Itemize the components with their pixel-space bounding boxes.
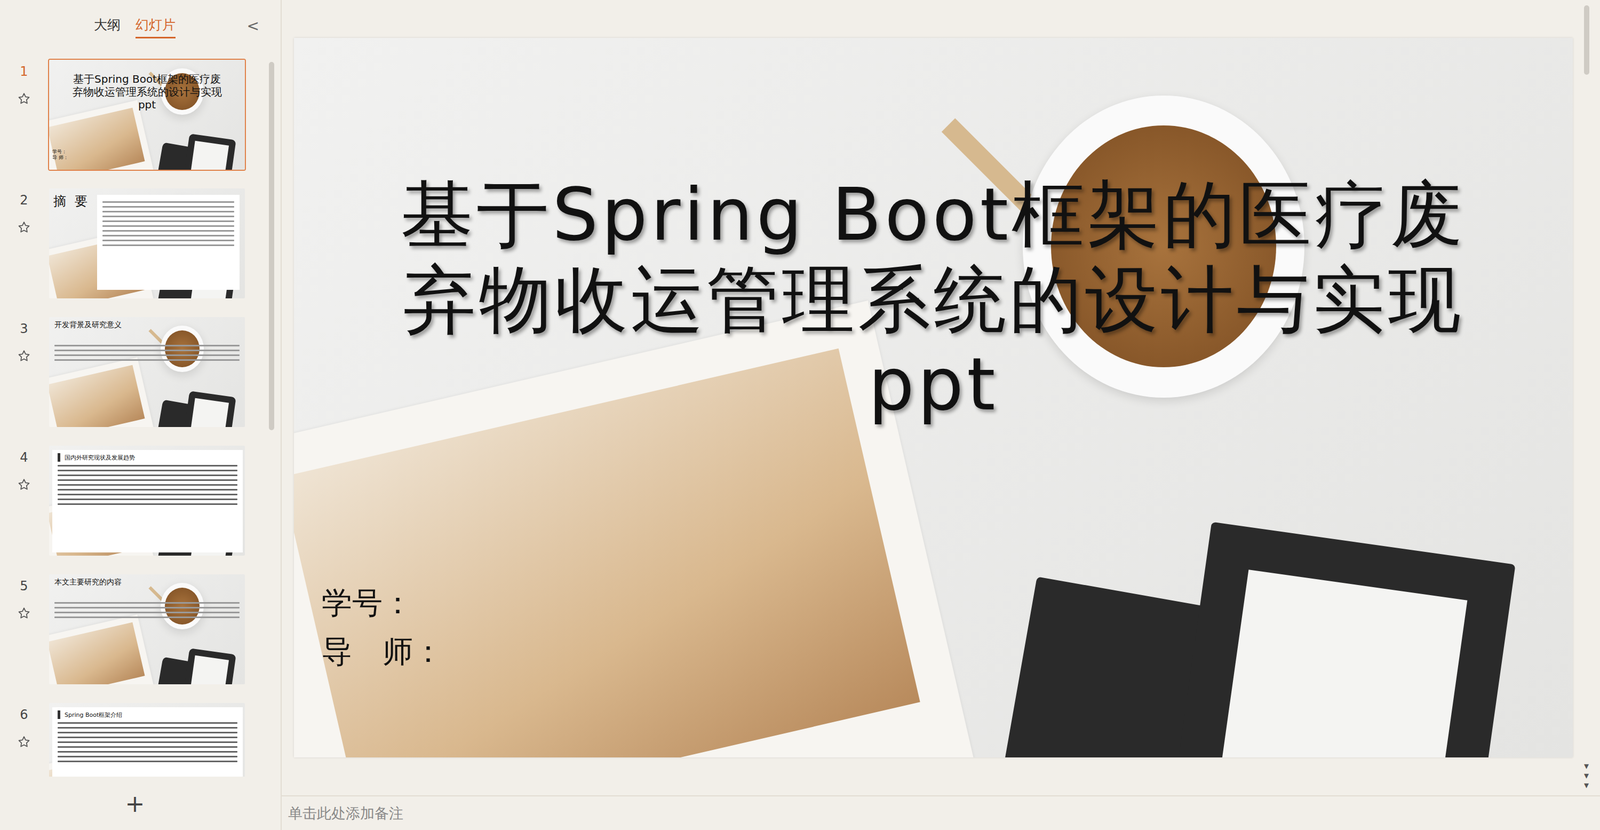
photo-cup bbox=[160, 325, 204, 372]
slide-thumbnail-row[interactable]: 2 摘 要 bbox=[0, 187, 281, 300]
star-icon[interactable] bbox=[17, 606, 31, 620]
star-icon[interactable] bbox=[17, 91, 31, 106]
thumbnail-title: 摘 要 bbox=[53, 192, 90, 290]
slide-number: 4 bbox=[19, 449, 28, 465]
thumbnail-field: 学号： bbox=[52, 148, 69, 156]
thumbnail-title: 基于Spring Boot框架的医疗废弃物收运管理系统的设计与实现ppt bbox=[49, 72, 245, 111]
slide-field[interactable]: 导 师： bbox=[321, 632, 1573, 670]
slide-thumbnail[interactable]: 摘 要 bbox=[48, 187, 246, 300]
slide-thumbnail[interactable]: 基于Spring Boot框架的医疗废弃物收运管理系统的设计与实现ppt 学号：… bbox=[48, 58, 246, 171]
slide-number: 2 bbox=[19, 192, 28, 208]
slide-panel: 大纲幻灯片 < 1 基于Spring Boot框架的医疗废弃物收运管理系统的设计… bbox=[0, 0, 282, 830]
photo-packet bbox=[182, 390, 236, 428]
thumbnail-title: 开发背景及研究意义 bbox=[54, 320, 240, 330]
notes-field[interactable]: 单击此处添加备注 bbox=[281, 794, 1600, 830]
slide-thumbnail[interactable]: Spring Boot框架介绍 bbox=[48, 701, 246, 777]
slide-thumbnail-row[interactable]: 5 本文主要研究的内容 bbox=[0, 572, 281, 686]
thumbnail-title: 本文主要研究的内容 bbox=[54, 577, 240, 587]
slide-field[interactable]: 学号： bbox=[321, 584, 1573, 621]
slide-number: 5 bbox=[19, 578, 28, 594]
star-icon[interactable] bbox=[17, 348, 31, 363]
thumbnail-text-box bbox=[97, 194, 240, 290]
panel-header: 大纲幻灯片 < bbox=[0, 0, 281, 52]
photo-packet bbox=[182, 647, 236, 686]
slide-thumbnail-row[interactable]: 1 基于Spring Boot框架的医疗废弃物收运管理系统的设计与实现ppt 学… bbox=[0, 58, 281, 171]
add-slide-button[interactable]: + bbox=[0, 776, 281, 830]
panel-tab[interactable]: 大纲 bbox=[93, 12, 121, 39]
thumbnail-title: 国内外研究现状及发展趋势 bbox=[64, 453, 135, 462]
panel-tabs: 大纲幻灯片 bbox=[93, 12, 176, 39]
current-slide[interactable]: 基于Spring Boot框架的医疗废弃物收运管理系统的设计与实现ppt 学号：… bbox=[293, 37, 1573, 758]
slide-thumbnail-row[interactable]: 4 国内外研究现状及发展趋势 bbox=[0, 444, 281, 557]
slide-scrollbar[interactable]: ▾▾▾ bbox=[1572, 0, 1600, 795]
photo-packet bbox=[182, 133, 236, 171]
thumbnail-text-panel: Spring Boot框架介绍 bbox=[52, 706, 243, 777]
slide-thumbnail-row[interactable]: 3 开发背景及研究意义 bbox=[0, 315, 281, 428]
slide-number: 3 bbox=[19, 321, 28, 337]
slide-number: 1 bbox=[19, 64, 28, 79]
thumbnail-field: 导 师： bbox=[52, 154, 69, 162]
panel-scrollbar[interactable] bbox=[268, 61, 275, 431]
slide-thumbnail[interactable]: 国内外研究现状及发展趋势 bbox=[48, 444, 246, 557]
thumbnail-list: 1 基于Spring Boot框架的医疗废弃物收运管理系统的设计与实现ppt 学… bbox=[0, 51, 281, 777]
editor-area: 基于Spring Boot框架的医疗废弃物收运管理系统的设计与实现ppt 学号：… bbox=[281, 0, 1600, 830]
slide-thumbnail[interactable]: 本文主要研究的内容 bbox=[48, 572, 246, 686]
thumbnail-text-panel: 国内外研究现状及发展趋势 bbox=[52, 449, 243, 553]
star-icon[interactable] bbox=[17, 220, 31, 235]
slide-thumbnail-row[interactable]: 6 Spring Boot框架介绍 bbox=[0, 701, 281, 777]
slide-stage: 基于Spring Boot框架的医疗废弃物收运管理系统的设计与实现ppt 学号：… bbox=[281, 0, 1600, 795]
panel-tab[interactable]: 幻灯片 bbox=[135, 12, 176, 39]
collapse-button[interactable]: < bbox=[247, 17, 260, 35]
star-icon[interactable] bbox=[17, 734, 31, 749]
photo-cup bbox=[160, 582, 204, 630]
photo-packet bbox=[1169, 521, 1516, 758]
thumbnail-title: Spring Boot框架介绍 bbox=[64, 710, 123, 719]
slide-title[interactable]: 基于Spring Boot框架的医疗废弃物收运管理系统的设计与实现ppt bbox=[293, 172, 1573, 427]
slide-thumbnail[interactable]: 开发背景及研究意义 bbox=[48, 315, 246, 428]
slide-number: 6 bbox=[19, 706, 28, 722]
star-icon[interactable] bbox=[17, 477, 31, 492]
presentation-editor: 大纲幻灯片 < 1 基于Spring Boot框架的医疗废弃物收运管理系统的设计… bbox=[0, 0, 1600, 830]
